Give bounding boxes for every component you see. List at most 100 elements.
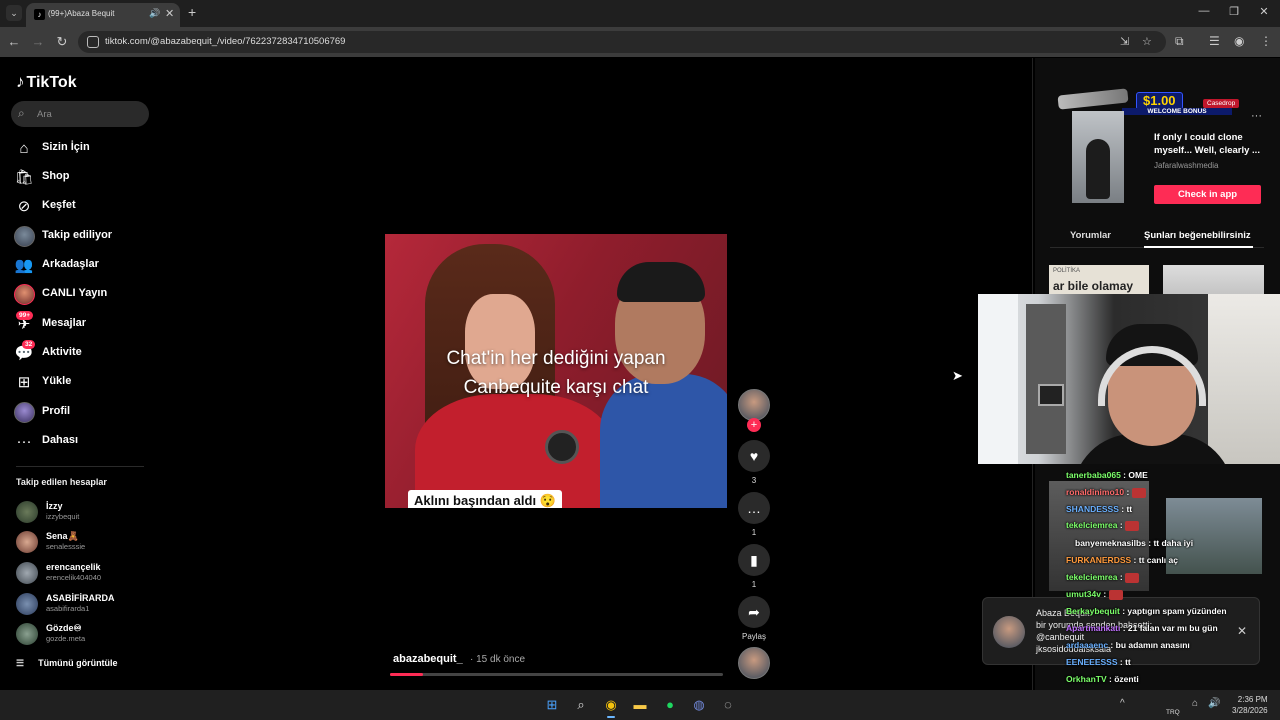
clock[interactable]: 2:36 PM 3/28/2026: [1232, 694, 1268, 716]
restore-icon[interactable]: ❐: [1226, 5, 1242, 18]
nav-friends[interactable]: 👥 Arkadaşlar: [14, 255, 154, 277]
video-caption: Chat'in her dediğini yapan Canbequite ka…: [385, 344, 727, 402]
chat-username: umut34v: [1066, 589, 1101, 599]
video-time: · 15 dk önce: [470, 654, 526, 665]
bookmark-icon[interactable]: ▮: [738, 544, 770, 576]
account-username: asabifirarda1: [46, 604, 90, 613]
site-info-icon[interactable]: [87, 36, 99, 48]
tray-chevron-icon[interactable]: ^: [1120, 698, 1125, 709]
account-username: erencelik404040: [46, 573, 102, 582]
close-window-icon[interactable]: ✕: [1256, 5, 1272, 18]
followed-account[interactable]: ASABİFİRARDA asabifirarda1: [16, 592, 156, 616]
forward-icon[interactable]: →: [30, 34, 46, 49]
keyboard-language[interactable]: TRQ: [1166, 709, 1180, 716]
volume-icon[interactable]: 🔊: [1208, 698, 1220, 709]
back-icon[interactable]: ←: [6, 34, 22, 49]
ad-thumbnail[interactable]: [1072, 111, 1124, 203]
browser-tab[interactable]: ♪ (99+)Abaza Bequit 🔊 ✕: [26, 3, 180, 27]
install-app-icon[interactable]: ⇲: [1120, 35, 1129, 48]
followed-account[interactable]: Sena🧸 senalesssie: [16, 530, 156, 554]
account-username: gozde.meta: [46, 634, 86, 643]
profile-avatar-icon[interactable]: ◉: [1234, 34, 1244, 48]
video-player[interactable]: Chat'in her dediğini yapan Canbequite ka…: [385, 234, 727, 508]
extensions-icon[interactable]: ⧉: [1175, 34, 1184, 49]
chat-text: yaptıgın spam yüzünden: [1127, 606, 1227, 616]
nav-for-you[interactable]: ⌂ Sizin İçin: [14, 138, 154, 160]
video-progress-fill: [390, 673, 424, 676]
browser-tab-bar: ⌄ ♪ (99+)Abaza Bequit 🔊 ✕ + — ❐ ✕: [0, 0, 1280, 27]
nav-messages[interactable]: ✈ 99+ Mesajlar: [14, 311, 154, 336]
ad-brand-logo: Casedrop: [1203, 99, 1240, 108]
nav-live[interactable]: CANLI Yayın: [14, 284, 154, 306]
comment-icon[interactable]: …: [738, 492, 770, 524]
webcam-window: [978, 294, 1018, 464]
video-progress-bar[interactable]: [390, 673, 723, 676]
chat-text: tt canlı aç: [1138, 555, 1178, 565]
creator-avatar[interactable]: [738, 389, 770, 421]
followed-account[interactable]: İzzy izzybequit: [16, 500, 156, 524]
chat-text: özenti: [1114, 674, 1139, 684]
chat-text: OME: [1128, 470, 1148, 480]
chat-separator: :: [1100, 589, 1109, 599]
address-bar[interactable]: tiktok.com/@abazabequit_/video/762237283…: [78, 31, 1166, 53]
url-text[interactable]: tiktok.com/@abazabequit_/video/762237283…: [105, 36, 345, 47]
chat-message: umut34v :: [1066, 589, 1123, 600]
nav-upload[interactable]: ⊞ Yükle: [14, 372, 154, 394]
followed-account[interactable]: erencançelik erencelik404040: [16, 561, 156, 585]
ad-account: Jafaralwashmedia: [1154, 161, 1219, 170]
nav-shop[interactable]: 🛍 Shop: [14, 167, 154, 189]
tab-you-may-like[interactable]: Şunları beğenebilirsiniz: [1144, 230, 1251, 241]
new-tab-icon[interactable]: +: [188, 4, 196, 20]
follow-plus-icon[interactable]: +: [747, 418, 761, 432]
reload-icon[interactable]: ↻: [54, 34, 70, 50]
nav-label: Dahası: [42, 434, 79, 446]
file-explorer-icon[interactable]: ▬: [630, 695, 650, 715]
spotify-icon[interactable]: ●: [660, 695, 680, 715]
app-icon[interactable]: ◌: [718, 695, 738, 715]
avatar: [16, 593, 38, 615]
nav-explore[interactable]: ⊘ Keşfet: [14, 196, 154, 218]
nav-following[interactable]: Takip ediliyor: [14, 226, 154, 248]
like-heart-icon[interactable]: ♥: [738, 440, 770, 472]
check-in-app-button[interactable]: Check in app: [1154, 185, 1261, 204]
like-count: 3: [751, 476, 757, 485]
nav-label: Takip ediliyor: [42, 229, 113, 241]
nav-label: CANLI Yayın: [42, 287, 108, 299]
chat-message: Berkaybequit : yaptıgın spam yüzünden: [1066, 606, 1227, 616]
active-tab-indicator: [1144, 246, 1253, 248]
menu-kebab-icon[interactable]: ⋮: [1260, 34, 1272, 48]
search-icon[interactable]: ⌕: [571, 695, 591, 715]
notification-close-icon[interactable]: ✕: [1237, 624, 1247, 638]
music-disc-avatar[interactable]: [738, 647, 770, 679]
activity-badge: 32: [22, 340, 36, 349]
chrome-icon[interactable]: ◉: [601, 695, 621, 715]
reading-list-icon[interactable]: ☰: [1209, 34, 1220, 48]
video-author[interactable]: abazabequit_: [393, 653, 463, 665]
ad-more-icon[interactable]: ···: [1251, 110, 1262, 122]
ad-bonus: WELCOME BONUS: [1122, 108, 1232, 115]
minimize-icon[interactable]: —: [1196, 5, 1212, 17]
chat-separator: :: [1117, 520, 1126, 530]
save-count: 1: [751, 580, 757, 589]
windows-taskbar: ⊞ ⌕ ◉ ▬ ● ◍ ◌ ^ ⌂ 🔊 2:36 PM 3/28/2026: [0, 690, 1280, 720]
search-bar[interactable]: ⌕: [11, 101, 149, 127]
nav-more[interactable]: ··· Dahası: [14, 431, 154, 453]
speaker-icon[interactable]: 🔊: [149, 8, 160, 19]
discord-icon[interactable]: ◍: [689, 695, 709, 715]
see-all-following[interactable]: ☰ Tümünü görüntüle: [16, 658, 118, 669]
share-icon[interactable]: ➦: [738, 596, 770, 628]
search-input[interactable]: [37, 105, 141, 123]
nav-profile[interactable]: Profil: [14, 402, 154, 424]
ad-title[interactable]: If only I could clone myself... Well, cl…: [1154, 131, 1264, 157]
tab-comments[interactable]: Yorumlar: [1070, 230, 1111, 241]
nav-activity[interactable]: 💬 32 Aktivite: [14, 340, 154, 365]
windows-start-icon[interactable]: ⊞: [542, 695, 562, 715]
tab-search-chevron-icon[interactable]: ⌄: [6, 5, 22, 21]
tab-close-icon[interactable]: ✕: [165, 7, 174, 20]
tiktok-logo[interactable]: ♪ TikTok: [16, 72, 77, 92]
followed-account[interactable]: Gözde♾ gozde.meta: [16, 622, 156, 646]
account-name: erencançelik: [46, 562, 101, 572]
bookmark-star-icon[interactable]: ☆: [1142, 35, 1152, 48]
chat-message: FURKANERDSS : tt canlı aç: [1066, 555, 1178, 565]
network-icon[interactable]: ⌂: [1192, 698, 1198, 709]
